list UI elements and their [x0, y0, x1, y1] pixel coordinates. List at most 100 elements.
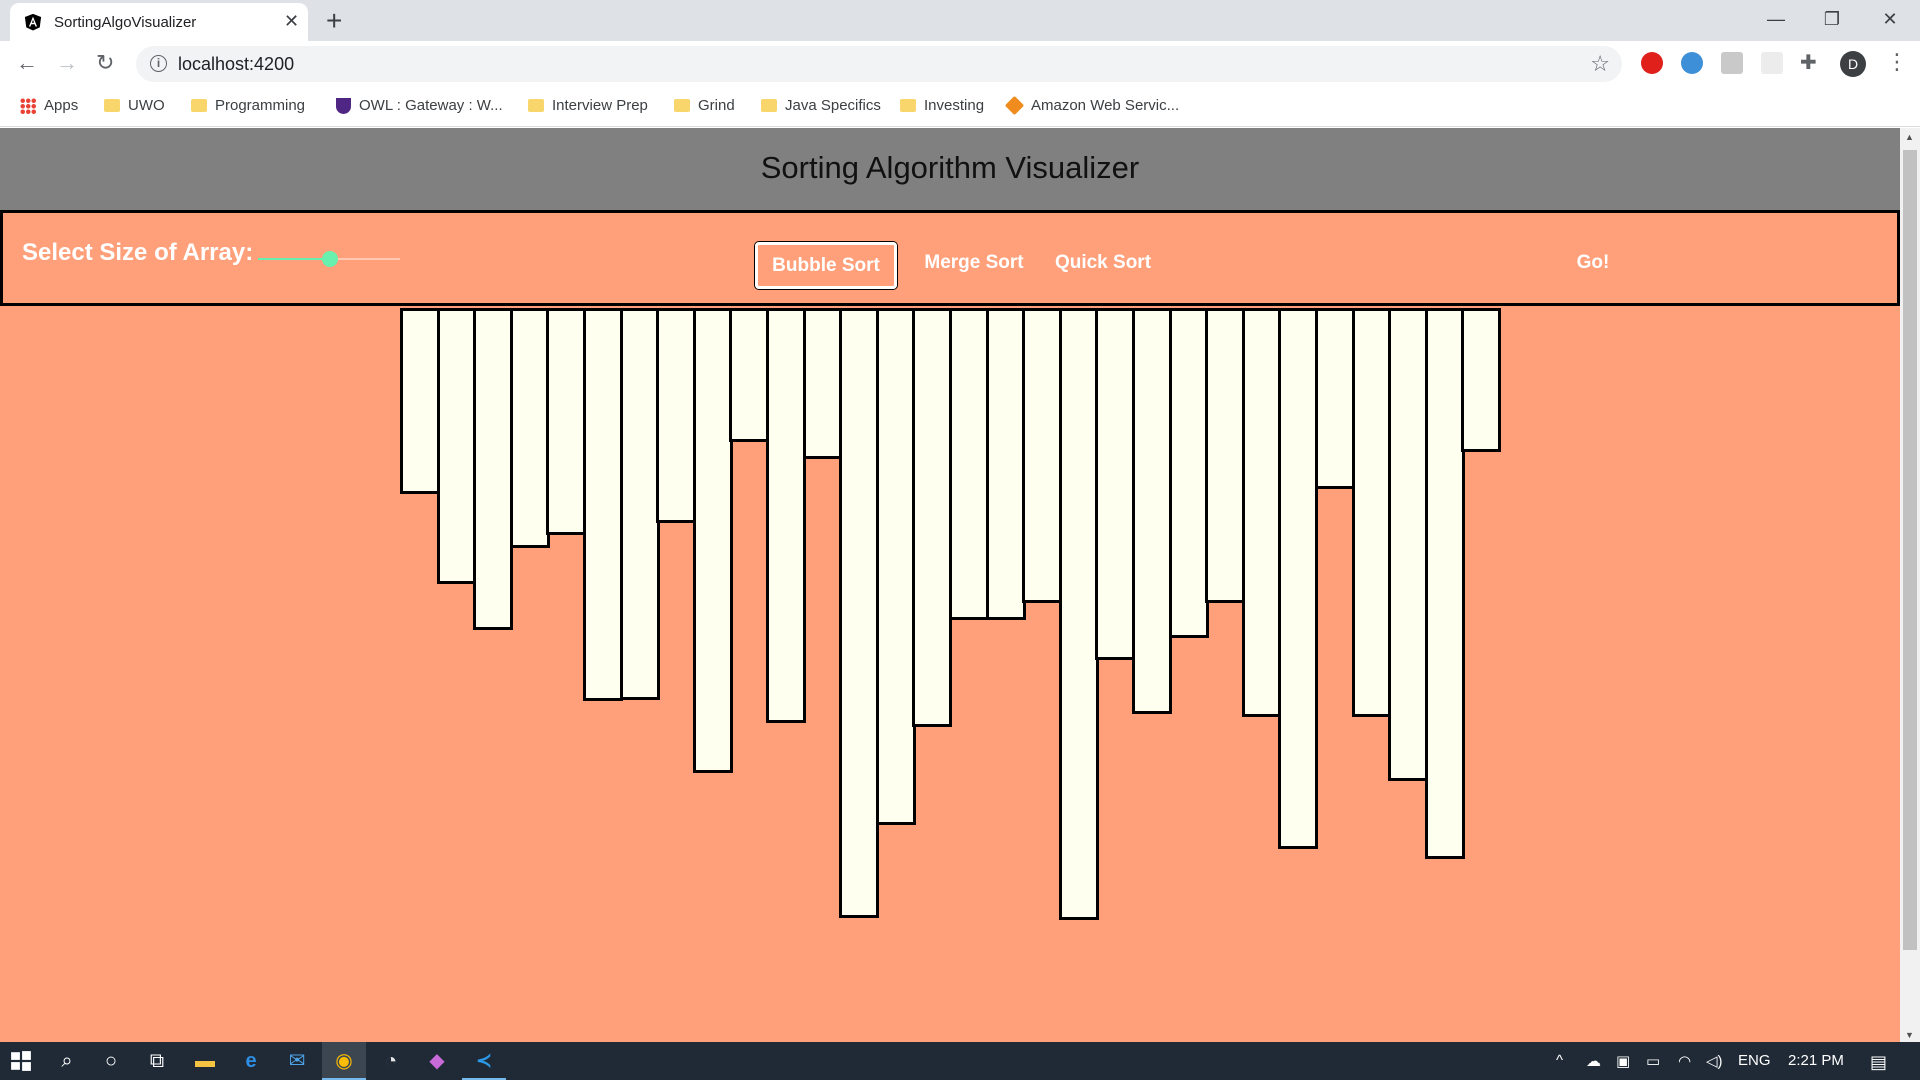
- folder-icon: [191, 99, 207, 112]
- reload-icon[interactable]: ↻: [96, 51, 114, 75]
- folder-icon: [528, 99, 544, 112]
- browser-tab[interactable]: SortingAlgoVisualizer ✕: [10, 3, 308, 41]
- bookmark-aws[interactable]: Amazon Web Servic...: [1004, 95, 1179, 116]
- array-size-slider[interactable]: [258, 251, 400, 267]
- bookmark-interview-prep[interactable]: Interview Prep: [528, 97, 648, 114]
- app-header: Sorting Algorithm Visualizer: [0, 128, 1900, 210]
- edge-icon[interactable]: e: [240, 1050, 262, 1072]
- onedrive-icon[interactable]: ☁: [1586, 1052, 1601, 1070]
- extensions-puzzle-icon[interactable]: ✚: [1800, 51, 1817, 75]
- profile-avatar[interactable]: D: [1840, 51, 1866, 77]
- scroll-up-icon[interactable]: ▲: [1905, 132, 1914, 142]
- scroll-down-icon[interactable]: ▼: [1905, 1030, 1914, 1040]
- bookmark-grind[interactable]: Grind: [674, 97, 735, 114]
- tab-title: SortingAlgoVisualizer: [54, 14, 197, 31]
- extension-opera-icon[interactable]: [1641, 52, 1663, 74]
- bookmark-apps[interactable]: Apps: [20, 97, 78, 114]
- address-url: localhost:4200: [178, 54, 295, 74]
- array-bar: [1132, 308, 1172, 714]
- volume-icon[interactable]: ◁): [1706, 1052, 1723, 1070]
- cortana-icon[interactable]: ○: [100, 1050, 122, 1072]
- array-bar: [437, 308, 477, 584]
- bubble-sort-button[interactable]: Bubble Sort: [755, 242, 897, 289]
- mail-icon[interactable]: ✉: [286, 1050, 308, 1072]
- chrome-taskbar-active[interactable]: ◉: [322, 1042, 366, 1080]
- app-page: Sorting Algorithm Visualizer Select Size…: [0, 128, 1900, 1042]
- array-bar: [510, 308, 550, 548]
- slider-track: [330, 258, 400, 260]
- shield-icon: [336, 97, 351, 114]
- slider-thumb[interactable]: [322, 251, 338, 267]
- clock[interactable]: 2:21 PM: [1788, 1052, 1844, 1069]
- site-info-icon[interactable]: i: [150, 55, 167, 72]
- bookmark-star-icon[interactable]: ☆: [1590, 51, 1610, 77]
- extension-pulse-icon[interactable]: [1681, 52, 1703, 74]
- browser-toolbar: ← → ↻ i localhost:4200 ☆ ✚ D ⋮: [0, 41, 1920, 87]
- extension-r-icon[interactable]: [1721, 52, 1743, 74]
- new-tab-button[interactable]: +: [326, 6, 342, 36]
- controls-bar: Select Size of Array: Bubble Sort Merge …: [0, 210, 1900, 306]
- array-bar: [1059, 308, 1099, 920]
- wifi-icon[interactable]: ◠: [1678, 1052, 1691, 1070]
- dropper-icon[interactable]: ◆: [426, 1050, 448, 1072]
- windows-start-icon[interactable]: [10, 1050, 32, 1072]
- apps-grid-icon: [20, 97, 36, 114]
- array-bar: [839, 308, 879, 918]
- folder-icon: [104, 99, 120, 112]
- array-bar: [1425, 308, 1465, 859]
- array-bar: [876, 308, 916, 825]
- vscode-icon: ≺: [475, 1050, 493, 1072]
- bookmark-java-specifics[interactable]: Java Specifics: [761, 97, 881, 114]
- notifications-icon[interactable]: ▤: [1870, 1052, 1887, 1073]
- browser-menu-icon[interactable]: ⋮: [1886, 50, 1908, 74]
- battery-icon[interactable]: ▭: [1646, 1052, 1660, 1070]
- folder-icon: [761, 99, 777, 112]
- screen: SortingAlgoVisualizer ✕ + — ❐ ✕ ← → ↻ i …: [0, 0, 1920, 1080]
- array-bar: [400, 308, 440, 494]
- page-scrollbar[interactable]: ▲ ▼: [1900, 128, 1920, 1042]
- folder-icon: [674, 99, 690, 112]
- array-size-label: Select Size of Array:: [22, 239, 254, 266]
- array-bar: [583, 308, 623, 701]
- windows-taskbar: ⌕ ○ ⧉ ▬ e ✉ ◉ ◔ ◆ ≺ ^ ☁ ▣ ▭ ◠ ◁) ENG 2:2…: [0, 1042, 1920, 1080]
- network-monitor-icon[interactable]: ▣: [1616, 1052, 1630, 1070]
- back-arrow-icon[interactable]: ←: [16, 51, 38, 75]
- array-bar: [949, 308, 989, 620]
- language-indicator[interactable]: ENG: [1738, 1052, 1771, 1069]
- tray-expand-icon[interactable]: ^: [1556, 1052, 1563, 1069]
- task-view-icon[interactable]: ⧉: [146, 1050, 168, 1072]
- array-bar: [729, 308, 769, 442]
- search-icon[interactable]: ⌕: [56, 1050, 78, 1072]
- address-bar[interactable]: i localhost:4200 ☆: [136, 46, 1622, 82]
- tab-close-icon[interactable]: ✕: [284, 11, 299, 31]
- aws-cube-icon: [1004, 95, 1025, 116]
- array-bar: [656, 308, 696, 523]
- browser-tab-strip: SortingAlgoVisualizer ✕ + — ❐ ✕: [0, 0, 1920, 41]
- forward-arrow-icon[interactable]: →: [56, 51, 78, 75]
- angular-icon: [24, 13, 42, 31]
- extension-blank-icon[interactable]: [1761, 52, 1783, 74]
- bookmark-owl-gateway[interactable]: OWL : Gateway : W...: [336, 97, 503, 114]
- array-bar: [473, 308, 513, 630]
- array-bar: [693, 308, 733, 773]
- array-bar: [1388, 308, 1428, 781]
- bookmark-programming[interactable]: Programming: [191, 97, 305, 114]
- app-icon-1[interactable]: ◔: [380, 1050, 402, 1072]
- chrome-icon: ◉: [335, 1050, 353, 1072]
- window-close-button[interactable]: ✕: [1870, 4, 1910, 34]
- array-bar: [620, 308, 660, 700]
- file-explorer-icon[interactable]: ▬: [194, 1050, 216, 1072]
- bookmark-uwo[interactable]: UWO: [104, 97, 165, 114]
- restore-button[interactable]: ❐: [1812, 4, 1852, 34]
- array-bar: [1242, 308, 1282, 717]
- bookmark-investing[interactable]: Investing: [900, 97, 984, 114]
- minimize-button[interactable]: —: [1756, 4, 1796, 34]
- merge-sort-button[interactable]: Merge Sort: [909, 242, 1039, 289]
- array-bar: [546, 308, 586, 535]
- array-bar: [1278, 308, 1318, 849]
- array-bar: [1205, 308, 1245, 603]
- go-button[interactable]: Go!: [1563, 242, 1623, 289]
- vscode-taskbar-item[interactable]: ≺: [462, 1042, 506, 1080]
- scrollbar-thumb[interactable]: [1903, 150, 1917, 950]
- quick-sort-button[interactable]: Quick Sort: [1043, 242, 1163, 289]
